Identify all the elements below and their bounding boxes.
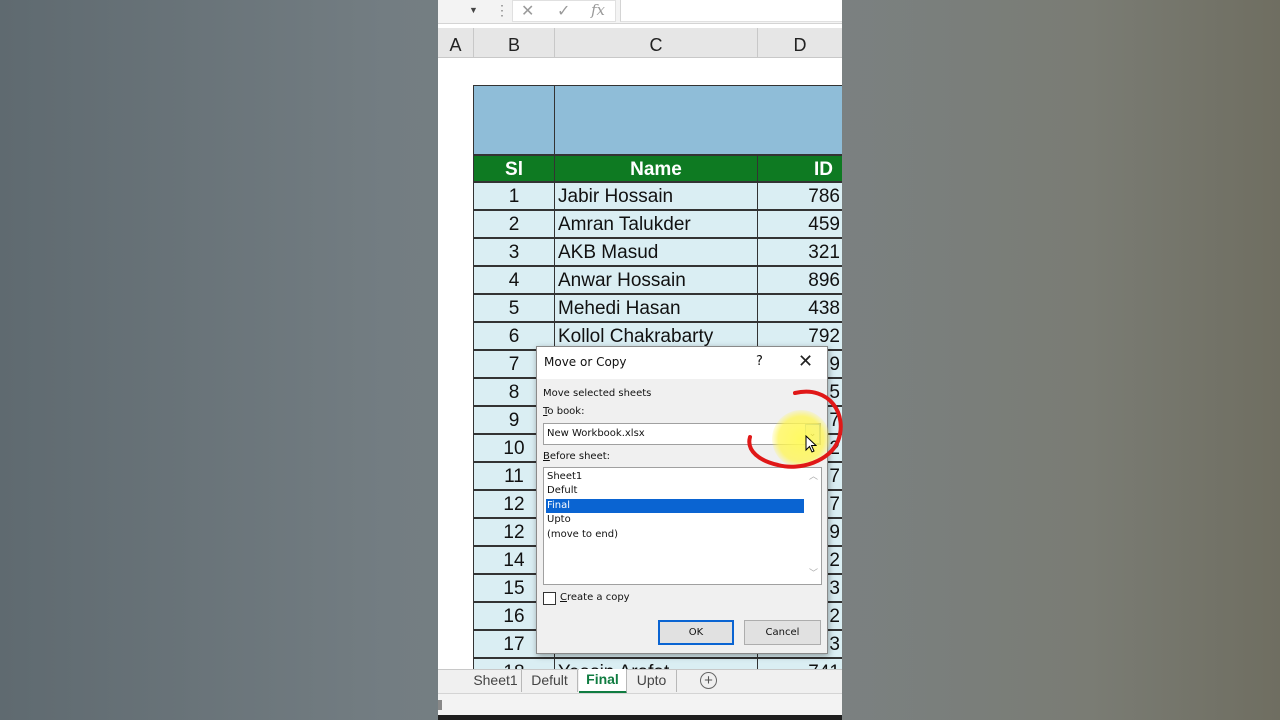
cell-id[interactable]: 786 bbox=[757, 182, 842, 210]
scroll-down-icon[interactable]: ﹀ bbox=[809, 566, 818, 579]
create-copy-checkbox[interactable] bbox=[543, 592, 556, 605]
cell-name[interactable]: Jabir Hossain bbox=[554, 182, 758, 210]
cell-id[interactable]: 438 bbox=[757, 294, 842, 322]
tab-final[interactable]: Final bbox=[579, 669, 627, 694]
red-annotation-circle bbox=[747, 389, 843, 469]
cell-name[interactable]: Amran Talukder bbox=[554, 210, 758, 238]
before-sheet-list[interactable]: Sheet1 Defult Final Upto (move to end) ︿… bbox=[543, 467, 822, 585]
list-item-move-to-end[interactable]: (move to end) bbox=[546, 528, 804, 542]
list-scrollbar[interactable]: ︿ ﹀ bbox=[806, 468, 821, 584]
header-sl[interactable]: Sl bbox=[473, 155, 555, 182]
to-book-label: To book: bbox=[543, 406, 585, 417]
column-header-c[interactable]: C bbox=[555, 28, 758, 58]
header-id[interactable]: ID bbox=[757, 155, 842, 182]
cell-name[interactable]: Mehedi Hasan bbox=[554, 294, 758, 322]
title-cell-b[interactable] bbox=[473, 85, 555, 155]
dialog-title: Move or Copy bbox=[544, 355, 627, 369]
list-item-final[interactable]: Final bbox=[546, 499, 804, 513]
column-header-d[interactable]: D bbox=[758, 28, 842, 58]
help-icon[interactable]: ? bbox=[756, 354, 763, 369]
cell-sl[interactable]: 5 bbox=[473, 294, 555, 322]
dialog-titlebar: Move or Copy ? ✕ bbox=[537, 347, 827, 379]
namebox-dropdown-icon[interactable]: ▼ bbox=[469, 5, 478, 15]
formula-input[interactable] bbox=[620, 0, 842, 22]
tab-defult[interactable]: Defult bbox=[522, 670, 578, 692]
taskbar-strip bbox=[438, 715, 842, 720]
move-selected-label: Move selected sheets bbox=[543, 388, 652, 399]
add-sheet-icon[interactable]: + bbox=[700, 672, 717, 689]
cell-name[interactable]: Anwar Hossain bbox=[554, 266, 758, 294]
list-item-upto[interactable]: Upto bbox=[546, 513, 804, 527]
status-bar bbox=[438, 693, 842, 715]
cell-sl[interactable]: 2 bbox=[473, 210, 555, 238]
more-options-icon[interactable]: ⋮ bbox=[495, 2, 509, 19]
cell-name[interactable]: AKB Masud bbox=[554, 238, 758, 266]
mouse-cursor-icon bbox=[805, 435, 817, 453]
sheet-tab-bar: Sheet1 Defult Final Upto + bbox=[438, 669, 842, 694]
cell-id[interactable]: 321 bbox=[757, 238, 842, 266]
tab-sheet1[interactable]: Sheet1 bbox=[470, 670, 522, 692]
tab-upto[interactable]: Upto bbox=[627, 670, 677, 692]
insert-function-icon[interactable]: fx bbox=[591, 1, 605, 19]
cancel-entry-icon[interactable]: ✕ bbox=[521, 1, 534, 21]
cell-sl[interactable]: 1 bbox=[473, 182, 555, 210]
cell-id[interactable]: 459 bbox=[757, 210, 842, 238]
cancel-button[interactable]: Cancel bbox=[744, 620, 821, 645]
before-sheet-label: Before sheet: bbox=[543, 451, 611, 462]
cell-sl[interactable]: 4 bbox=[473, 266, 555, 294]
formula-actions: ✕ ✓ fx bbox=[512, 0, 616, 22]
column-headers: A B C D bbox=[438, 28, 842, 58]
list-item-defult[interactable]: Defult bbox=[546, 484, 804, 498]
status-indicator bbox=[438, 700, 442, 710]
create-copy-label[interactable]: Create a copy bbox=[560, 592, 630, 603]
header-name[interactable]: Name bbox=[554, 155, 758, 182]
title-cell-merged[interactable] bbox=[554, 85, 842, 155]
cell-sl[interactable]: 3 bbox=[473, 238, 555, 266]
column-header-b[interactable]: B bbox=[474, 28, 555, 58]
ok-button[interactable]: OK bbox=[658, 620, 734, 645]
cell-id[interactable]: 896 bbox=[757, 266, 842, 294]
formula-bar: ▼ ⋮ ✕ ✓ fx bbox=[438, 0, 842, 24]
close-icon[interactable]: ✕ bbox=[798, 351, 813, 372]
confirm-entry-icon[interactable]: ✓ bbox=[557, 1, 570, 21]
column-header-a[interactable]: A bbox=[438, 28, 474, 58]
